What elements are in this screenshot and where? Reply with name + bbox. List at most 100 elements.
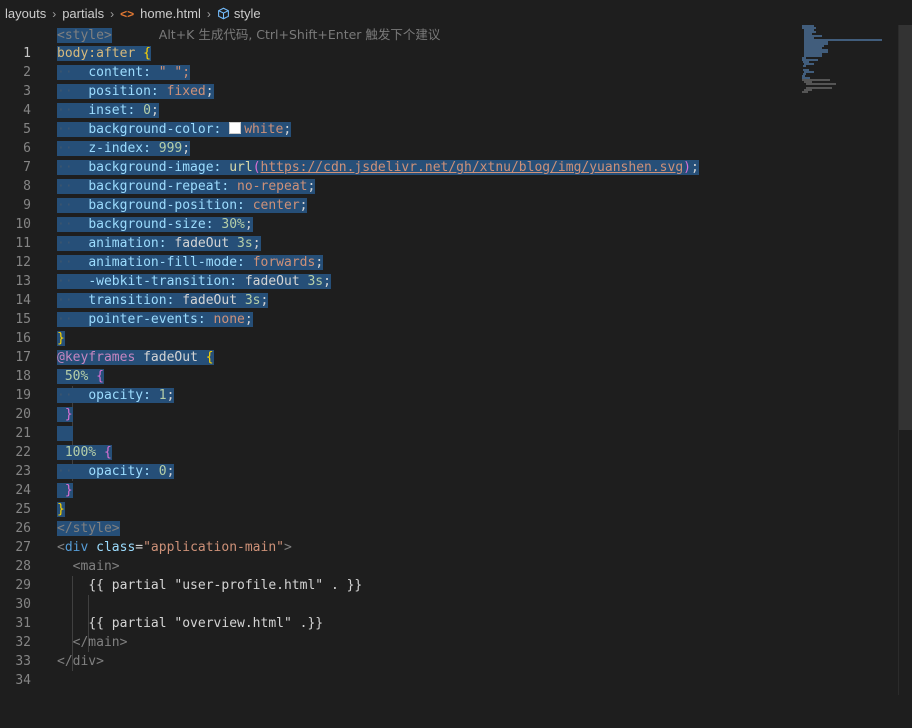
- css-property: content:: [88, 65, 151, 80]
- brace: {: [96, 369, 104, 384]
- breadcrumb-item-partials[interactable]: partials: [62, 6, 104, 21]
- url-link[interactable]: https://cdn.jsdelivr.net/gh/xtnu/blog/im…: [261, 160, 684, 175]
- code-line[interactable]: 31: [0, 595, 800, 631]
- css-value: fadeOut: [244, 274, 300, 289]
- css-value: 0: [158, 464, 167, 479]
- line-number: 34: [15, 673, 31, 688]
- css-value: none: [213, 312, 245, 327]
- brace: }: [64, 483, 73, 498]
- css-value: fixed: [166, 84, 206, 99]
- brace: }: [57, 502, 65, 517]
- breadcrumb-item-home-html[interactable]: home.html: [140, 6, 201, 21]
- css-value: no-repeat: [237, 179, 308, 194]
- css-value: fadeOut: [174, 236, 230, 251]
- code-line[interactable]: 25 }: [0, 481, 800, 517]
- code-line[interactable]: 9 ·· background-repeat: no-repeat;: [0, 177, 800, 213]
- css-value: 3s: [307, 274, 324, 289]
- code-line[interactable]: 2 body:after {: [0, 44, 800, 80]
- code-line[interactable]: 15 ·· transition: fadeOut 3s;: [0, 291, 800, 327]
- css-selector: body:after: [57, 46, 136, 61]
- css-property: opacity:: [88, 388, 151, 403]
- breadcrumb-item-style[interactable]: style: [234, 6, 261, 21]
- css-value: 1: [158, 388, 167, 403]
- code-line[interactable]: 1 <style> Alt+K 生成代码, Ctrl+Shift+Enter 触…: [0, 25, 800, 61]
- chevron-right-icon: ›: [110, 6, 115, 21]
- vertical-scrollbar[interactable]: [898, 25, 912, 695]
- color-swatch-icon[interactable]: [229, 122, 242, 134]
- html-file-icon: <>: [120, 6, 135, 21]
- css-value: white: [244, 122, 284, 137]
- code-line[interactable]: 32 {{ partial "overview.html" .}}: [0, 614, 800, 650]
- css-value: 3s: [237, 236, 253, 251]
- keyframes-name: fadeOut: [143, 350, 198, 365]
- code-line[interactable]: 12 ·· animation: fadeOut 3s;: [0, 234, 800, 270]
- code-line[interactable]: 16 ·· pointer-events: none;: [0, 310, 800, 346]
- code-line[interactable]: 30 {{ partial "user-profile.html" . }}: [0, 576, 800, 612]
- css-property: -webkit-transition:: [88, 274, 238, 289]
- breadcrumb-item-layouts[interactable]: layouts: [5, 6, 46, 21]
- brace: }: [64, 407, 73, 422]
- code-line[interactable]: 33 </main>: [0, 633, 800, 669]
- template-string: "overview.html": [174, 616, 292, 631]
- brace: }: [57, 331, 65, 346]
- code-line[interactable]: 22: [0, 424, 800, 460]
- css-value: 999: [158, 141, 183, 156]
- html-tag: <main>: [72, 559, 120, 574]
- css-property: animation-fill-mode:: [88, 255, 245, 270]
- keyframe-selector: 100%: [64, 445, 97, 460]
- code-line[interactable]: 6 ·· background-color: white;: [0, 120, 800, 156]
- code-line[interactable]: 28 <div class="application-main">: [0, 538, 800, 574]
- template-expression: .}}: [291, 616, 324, 631]
- code-line[interactable]: 13 ·· animation-fill-mode: forwards;: [0, 253, 800, 289]
- code-line[interactable]: 19 50% {: [0, 367, 800, 403]
- html-tag: div: [64, 540, 89, 555]
- minimap[interactable]: [798, 25, 898, 95]
- template-string: "user-profile.html": [174, 578, 324, 593]
- css-property: animation:: [88, 236, 167, 251]
- equals-sign: =: [135, 540, 144, 555]
- breadcrumb: layouts › partials › <> home.html › styl…: [0, 0, 912, 27]
- scrollbar-thumb[interactable]: [899, 25, 912, 430]
- code-line[interactable]: 11 ·· background-size: 30%;: [0, 215, 800, 251]
- html-attribute: class: [96, 540, 136, 555]
- code-line[interactable]: 29 <main>: [0, 557, 800, 593]
- css-value: 0: [143, 103, 151, 118]
- code-line[interactable]: 34 </div>: [0, 652, 800, 688]
- style-open-tag: <style>: [57, 28, 112, 43]
- template-expression: . }}: [323, 578, 363, 593]
- css-function: url: [229, 160, 253, 175]
- css-value: forwards: [252, 255, 316, 270]
- code-line[interactable]: 7 ·· z-index: 999;: [0, 139, 800, 175]
- css-property: background-image:: [88, 160, 222, 175]
- code-line[interactable]: 24 ·· opacity: 0;: [0, 462, 800, 498]
- code-line[interactable]: 27 </style>: [0, 519, 800, 555]
- brace: {: [205, 350, 214, 365]
- code-editor[interactable]: 1 <style> Alt+K 生成代码, Ctrl+Shift+Enter 触…: [0, 25, 912, 695]
- code-line[interactable]: 17 }: [0, 329, 800, 365]
- css-property: pointer-events:: [88, 312, 206, 327]
- css-value: fadeOut: [182, 293, 238, 308]
- css-property: position:: [88, 84, 159, 99]
- code-line[interactable]: 18 @keyframes fadeOut {: [0, 348, 800, 384]
- attribute-value: "application-main": [143, 540, 284, 555]
- html-tag: </div>: [57, 654, 104, 669]
- tag-bracket: >: [284, 540, 292, 555]
- css-property: z-index:: [88, 141, 151, 156]
- code-line[interactable]: 14 ·· -webkit-transition: fadeOut 3s;: [0, 272, 800, 308]
- code-line[interactable]: 26 }: [0, 500, 800, 536]
- css-property: background-color:: [88, 122, 222, 137]
- chevron-right-icon: ›: [206, 6, 211, 21]
- cube-icon: [217, 7, 229, 20]
- code-line[interactable]: 23 100% {: [0, 443, 800, 479]
- code-line[interactable]: 21 }: [0, 405, 800, 441]
- code-line[interactable]: 3 ·· content: " ";: [0, 63, 800, 99]
- css-property: background-position:: [88, 198, 245, 213]
- code-line[interactable]: 4 ·· position: fixed;: [0, 82, 800, 118]
- keyframe-selector: 50%: [64, 369, 89, 384]
- at-rule: @keyframes: [57, 350, 136, 365]
- code-line[interactable]: 20 ·· opacity: 1;: [0, 386, 800, 422]
- code-line[interactable]: 5 ·· inset: 0;: [0, 101, 800, 137]
- css-value: center: [252, 198, 300, 213]
- code-line[interactable]: 8 ·· background-image: url(https://cdn.j…: [0, 158, 800, 194]
- code-line[interactable]: 10 ·· background-position: center;: [0, 196, 800, 232]
